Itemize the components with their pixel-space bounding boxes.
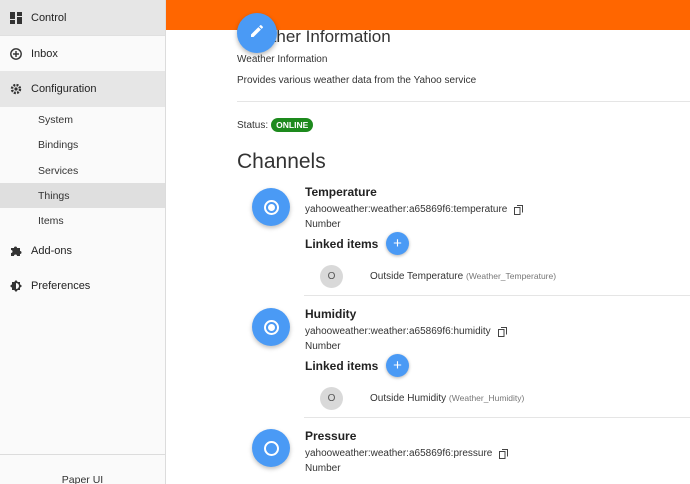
channel-uid: yahooweather:weather:a65869f6:humidity xyxy=(305,326,507,337)
thing-description: Provides various weather data from the Y… xyxy=(237,75,477,86)
plus-icon: + xyxy=(393,235,402,252)
add-linked-item-button[interactable]: + xyxy=(386,232,409,255)
puzzle-icon xyxy=(9,244,23,258)
sidebar-item-items[interactable]: Items xyxy=(0,208,165,233)
channel-name: Humidity xyxy=(305,307,357,321)
pencil-icon xyxy=(249,23,265,44)
copy-icon[interactable] xyxy=(499,448,509,459)
linked-item-avatar: O xyxy=(320,265,343,288)
linked-item[interactable]: Outside Humidity (Weather_Humidity) xyxy=(370,393,524,404)
channel-type: Number xyxy=(305,341,341,352)
status-label: Status: xyxy=(237,119,269,131)
brightness-icon xyxy=(9,279,23,293)
sidebar: Control Inbox Configuration System Bindi… xyxy=(0,0,166,484)
sidebar-item-control[interactable]: Control xyxy=(0,0,165,36)
sidebar-item-label: Configuration xyxy=(31,83,97,95)
sidebar-item-bindings[interactable]: Bindings xyxy=(0,132,165,157)
add-circle-icon xyxy=(9,47,23,61)
divider xyxy=(237,101,690,102)
linked-item-name: Outside Humidity xyxy=(370,393,447,404)
sidebar-item-things[interactable]: Things xyxy=(0,183,165,208)
channel-name: Temperature xyxy=(305,185,377,199)
sidebar-item-addons[interactable]: Add-ons xyxy=(0,233,165,269)
linked-item-avatar: O xyxy=(320,387,343,410)
channel-link-toggle[interactable] xyxy=(252,429,290,467)
radio-checked-icon xyxy=(263,319,279,335)
copy-icon[interactable] xyxy=(497,326,507,337)
divider xyxy=(304,295,690,296)
plus-icon: + xyxy=(393,357,402,374)
status-row: Status: ONLINE xyxy=(237,118,314,132)
channels-heading: Channels xyxy=(237,150,326,173)
sidebar-item-services[interactable]: Services xyxy=(0,158,165,183)
channel-name: Pressure xyxy=(305,429,357,443)
channel-uid: yahooweather:weather:a65869f6:pressure xyxy=(305,448,509,459)
channel-uid-text: yahooweather:weather:a65869f6:temperatur… xyxy=(305,204,508,215)
dashboard-icon xyxy=(9,11,23,25)
sidebar-item-label: Inbox xyxy=(31,47,58,60)
thing-detail: Weather Information Weather Information … xyxy=(166,27,690,484)
linked-item-id: (Weather_Temperature) xyxy=(465,271,557,281)
channel-link-toggle[interactable] xyxy=(252,308,290,346)
paper-ui-app: Control Inbox Configuration System Bindi… xyxy=(0,0,690,484)
linked-item-name: Outside Temperature xyxy=(370,271,464,282)
radio-unchecked-icon xyxy=(263,440,279,456)
thing-label: Weather Information xyxy=(237,54,328,65)
sidebar-item-label: Add-ons xyxy=(31,245,72,257)
sidebar-item-inbox[interactable]: Inbox xyxy=(0,36,165,72)
channel-uid: yahooweather:weather:a65869f6:temperatur… xyxy=(305,204,524,215)
linked-items-label: Linked items xyxy=(305,359,379,373)
status-badge: ONLINE xyxy=(271,118,314,132)
channel-uid-text: yahooweather:weather:a65869f6:pressure xyxy=(305,448,493,459)
copy-icon[interactable] xyxy=(514,204,524,215)
sidebar-item-label: Preferences xyxy=(31,280,91,292)
linked-item[interactable]: Outside Temperature (Weather_Temperature… xyxy=(370,271,556,282)
linked-items-label: Linked items xyxy=(305,237,379,251)
divider xyxy=(304,417,690,418)
linked-item-id: (Weather_Humidity) xyxy=(448,393,525,403)
channel-uid-text: yahooweather:weather:a65869f6:humidity xyxy=(305,326,491,337)
add-linked-item-button[interactable]: + xyxy=(386,354,409,377)
edit-thing-button[interactable] xyxy=(237,13,277,53)
sidebar-item-configuration[interactable]: Configuration xyxy=(0,71,165,107)
channel-type: Number xyxy=(305,463,341,474)
gear-icon xyxy=(9,82,23,96)
sidebar-item-preferences[interactable]: Preferences xyxy=(0,268,165,304)
sidebar-footer: Paper UI xyxy=(0,454,165,484)
sidebar-item-label: Control xyxy=(31,11,67,24)
radio-checked-icon xyxy=(263,199,279,215)
channel-link-toggle[interactable] xyxy=(252,188,290,226)
app-name: Paper UI xyxy=(61,474,104,484)
channel-type: Number xyxy=(305,219,341,230)
sidebar-item-system[interactable]: System xyxy=(0,107,165,132)
